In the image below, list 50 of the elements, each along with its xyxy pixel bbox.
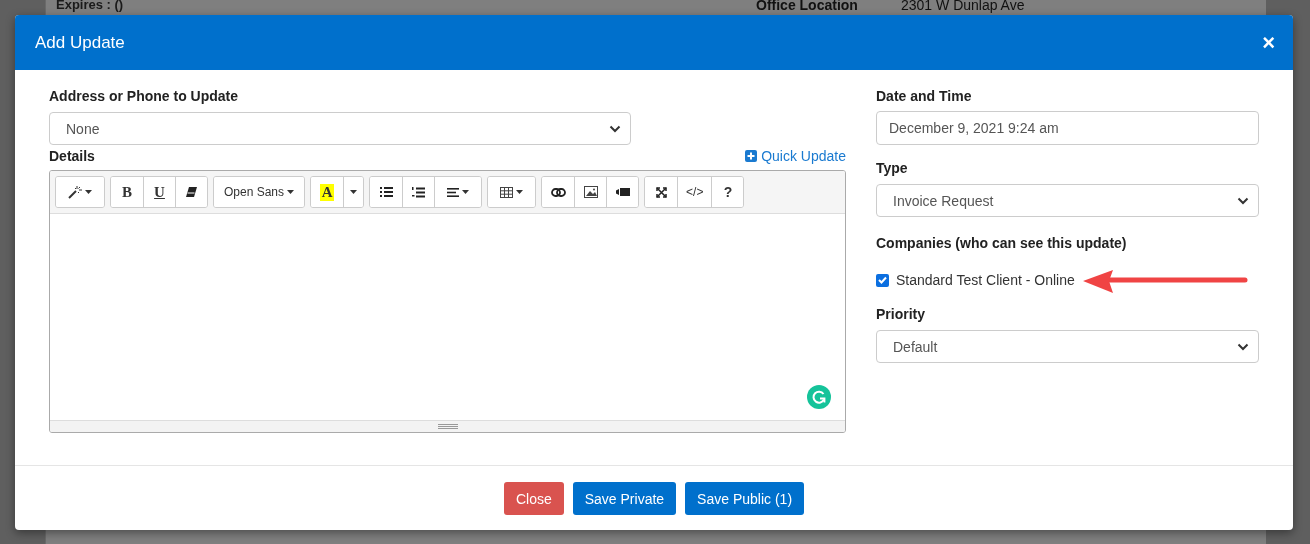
highlighted-letter: A [319,183,335,201]
table-button[interactable] [488,177,536,207]
priority-select[interactable]: Default [876,330,1259,363]
close-button[interactable]: × [1262,31,1275,54]
plus-square-icon [745,150,758,162]
caret-icon [85,190,92,194]
link-icon [550,187,566,197]
field-label: Companies (who can see this update) [876,234,1128,252]
bullet-list-icon [379,187,393,197]
save-button[interactable]: Save Public (1) [685,482,805,515]
office-location-value: 2301 W Dunlap Ave [901,0,1025,13]
chevron-down-icon [1237,196,1249,205]
font-dropdown[interactable]: Open Sans [214,177,305,207]
field-label: Type [876,159,909,177]
grip-lines-icon [437,424,458,429]
align-left-icon [447,187,460,197]
chevron-down-icon [609,124,621,133]
office-location-label: Office Location [756,0,858,13]
help-button[interactable]: ? [711,177,744,207]
quick-update-link[interactable]: Quick Update [745,148,846,164]
eraser-icon [186,187,197,197]
close-dialog-button[interactable]: Close [503,482,564,515]
eraser-button[interactable] [175,177,207,207]
expand-arrows-icon [655,186,667,198]
modal-title: Add Update [35,32,125,53]
style-button[interactable] [56,177,104,207]
address-select[interactable]: None [49,112,631,145]
save-button[interactable]: Save Private [572,482,677,515]
caret-icon [462,190,470,194]
field-label: Details [49,147,95,165]
video-button[interactable] [606,177,639,207]
caret-icon [287,190,295,194]
type-select[interactable]: Invoice Request [876,184,1259,217]
checkbox[interactable] [876,273,889,287]
checkbox-label: Standard Test Client - Online [896,272,1075,288]
chevron-down-icon [1237,342,1249,351]
magic-wand-icon [68,185,82,199]
field-label: Address or Phone to Update [49,87,240,105]
video-camera-icon [615,188,630,196]
date-time-field[interactable]: December 9, 2021 9:24 am [876,111,1259,145]
color-dropdown-button[interactable] [343,177,364,207]
caret-icon [516,190,524,194]
caret-icon [350,190,358,194]
field-label: Date and Time [876,87,973,105]
image-icon [583,186,598,198]
expires-label: Expires : () [56,0,124,12]
table-grid-icon [500,186,514,198]
align-button[interactable] [434,177,482,207]
numbered-list-icon [412,186,426,198]
field-label: Priority [876,305,926,323]
